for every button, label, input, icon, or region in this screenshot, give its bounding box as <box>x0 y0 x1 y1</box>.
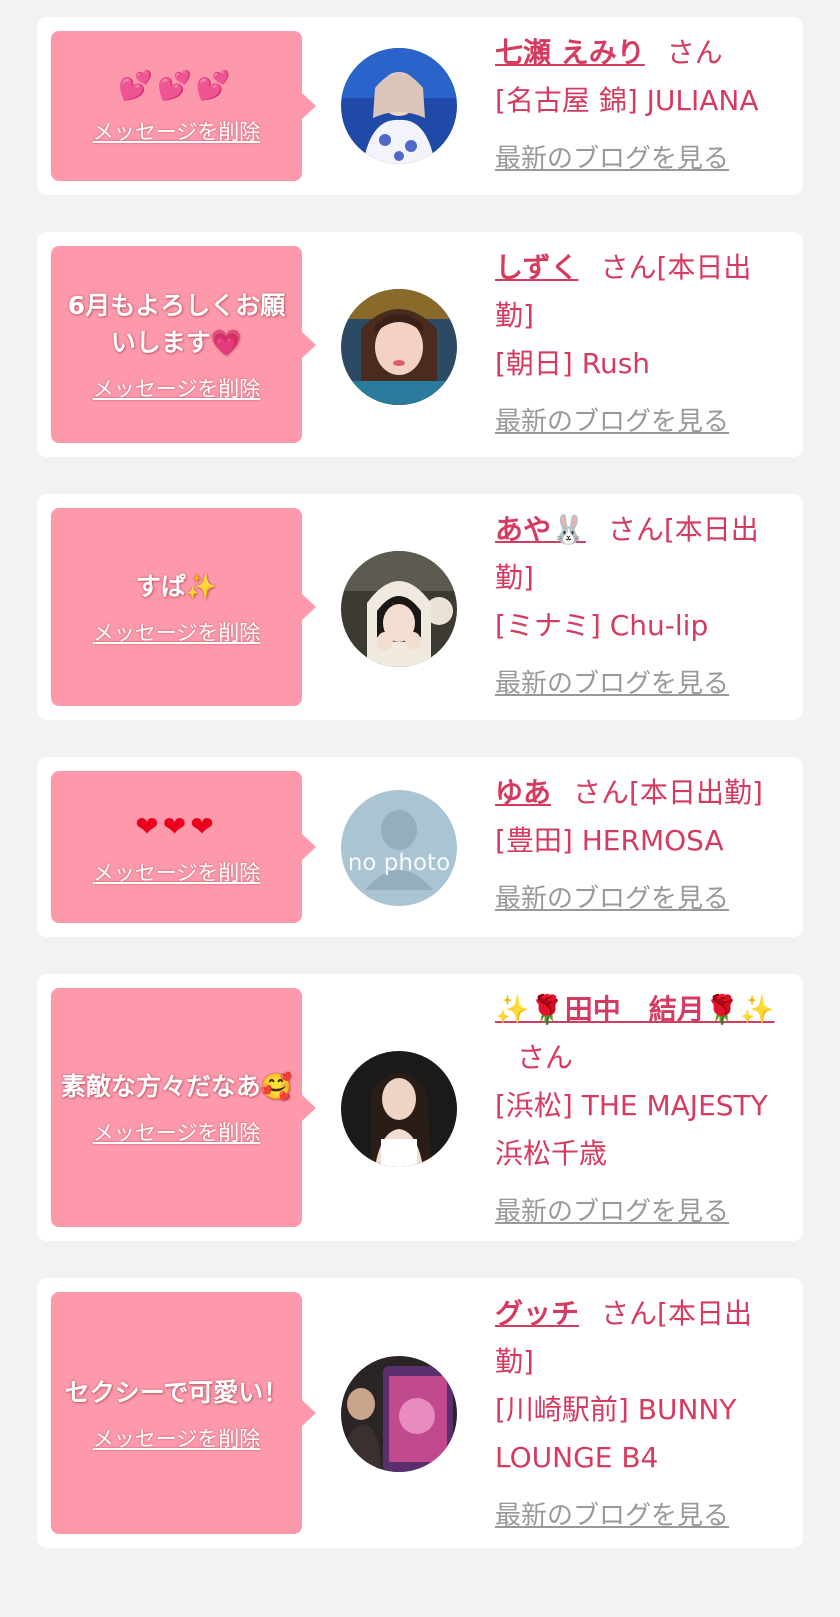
shop-label: [朝日] Rush <box>495 347 651 380</box>
no-photo-label: no photo <box>347 850 451 876</box>
latest-blog-link[interactable]: 最新のブログを見る <box>495 879 785 919</box>
no-photo-image <box>341 790 457 906</box>
cast-info: グッチ さん[本日出勤] [川崎駅前] BUNNY LOUNGE B4 最新のブロ… <box>495 1290 785 1536</box>
cast-info: 七瀬 えみり さん [名古屋 錦] JULIANA 最新のブログを見る <box>495 29 785 179</box>
list-item: 素敵な方々だなあ🥰 メッセージを削除 ✨🌹田中 結月🌹✨ さん [浜松] THE … <box>37 974 803 1241</box>
message-bubble: すぱ✨ メッセージを削除 <box>51 508 316 706</box>
avatar[interactable] <box>341 1051 457 1167</box>
avatar[interactable] <box>341 289 457 405</box>
list-item: 💕💕💕 メッセージを削除 七瀬 えみり さん [名古屋 錦] JULIANA 最新… <box>37 17 803 195</box>
cast-name-link[interactable]: しずく <box>495 251 578 284</box>
cast-info: ✨🌹田中 結月🌹✨ さん [浜松] THE MAJESTY 浜松千歳 最新のブログ… <box>495 986 785 1232</box>
list-item: すぱ✨ メッセージを削除 あや🐰 さん[本日出勤] [ミナミ] Chu-lip 最… <box>37 494 803 720</box>
list-item: セクシーで可愛い！ メッセージを削除 グッチ さん[本日出勤] [川崎駅前] BU… <box>37 1278 803 1548</box>
cast-suffix: さん <box>666 36 723 69</box>
list-item: 6月もよろしくお願いします💗 メッセージを削除 しずく さん[本日出勤] [朝日]… <box>37 232 803 457</box>
delete-message-link[interactable]: メッセージを削除 <box>93 116 261 146</box>
heart-icons: 💕💕💕 <box>118 68 235 102</box>
heart-icons: ❤❤❤ <box>135 809 218 843</box>
shop-label: [ミナミ] Chu-lip <box>495 609 709 642</box>
cast-info: ゆあ さん[本日出勤] [豊田] HERMOSA 最新のブログを見る <box>495 769 785 919</box>
avatar[interactable] <box>341 48 457 164</box>
favorite-list: 💕💕💕 メッセージを削除 七瀬 えみり さん [名古屋 錦] JULIANA 最新… <box>0 0 840 1617</box>
message-bubble: セクシーで可愛い！ メッセージを削除 <box>51 1292 316 1534</box>
cast-info: しずく さん[本日出勤] [朝日] Rush 最新のブログを見る <box>495 244 785 442</box>
shop-label: [豊田] HERMOSA <box>495 824 724 857</box>
message-text: セクシーで可愛い！ <box>64 1377 289 1407</box>
message-bubble: 素敵な方々だなあ🥰 メッセージを削除 <box>51 988 316 1227</box>
shop-label: [川崎駅前] BUNNY LOUNGE B4 <box>495 1393 737 1474</box>
avatar[interactable]: no photo <box>341 790 457 906</box>
cast-name-link[interactable]: ✨🌹田中 結月🌹✨ <box>495 993 774 1026</box>
delete-message-link[interactable]: メッセージを削除 <box>93 1117 261 1147</box>
avatar-image <box>341 48 457 164</box>
cast-suffix: さん[本日出勤] <box>573 776 763 809</box>
message-bubble: 💕💕💕 メッセージを削除 <box>51 31 316 181</box>
delete-message-link[interactable]: メッセージを削除 <box>93 857 261 887</box>
cast-name-link[interactable]: あや🐰 <box>495 513 586 546</box>
delete-message-link[interactable]: メッセージを削除 <box>93 617 261 647</box>
avatar-image <box>341 551 457 667</box>
list-item: ❤❤❤ メッセージを削除 no photo ゆあ さん[本日出勤] [豊田] HE… <box>37 757 803 937</box>
cast-info: あや🐰 さん[本日出勤] [ミナミ] Chu-lip 最新のブログを見る <box>495 506 785 704</box>
avatar[interactable] <box>341 1356 457 1472</box>
avatar[interactable] <box>341 551 457 667</box>
message-text: すぱ✨ <box>135 571 218 601</box>
avatar-image <box>341 1356 457 1472</box>
latest-blog-link[interactable]: 最新のブログを見る <box>495 139 785 179</box>
cast-name-link[interactable]: 七瀬 えみり <box>495 36 645 69</box>
avatar-image <box>341 289 457 405</box>
message-text: 素敵な方々だなあ🥰 <box>60 1072 293 1101</box>
cast-suffix: さん <box>517 1041 574 1074</box>
message-bubble: 6月もよろしくお願いします💗 メッセージを削除 <box>51 246 316 443</box>
latest-blog-link[interactable]: 最新のブログを見る <box>495 1192 785 1232</box>
latest-blog-link[interactable]: 最新のブログを見る <box>495 664 785 704</box>
delete-message-link[interactable]: メッセージを削除 <box>93 1423 261 1453</box>
latest-blog-link[interactable]: 最新のブログを見る <box>495 1496 785 1536</box>
message-bubble: ❤❤❤ メッセージを削除 <box>51 771 316 923</box>
message-text: 6月もよろしくお願いします💗 <box>67 290 286 357</box>
shop-label: [浜松] THE MAJESTY 浜松千歳 <box>495 1089 768 1170</box>
shop-label: [名古屋 錦] JULIANA <box>495 84 759 117</box>
delete-message-link[interactable]: メッセージを削除 <box>93 373 261 403</box>
cast-name-link[interactable]: ゆあ <box>495 776 551 809</box>
cast-name-link[interactable]: グッチ <box>495 1297 579 1330</box>
latest-blog-link[interactable]: 最新のブログを見る <box>495 402 785 442</box>
avatar-image <box>341 1051 457 1167</box>
